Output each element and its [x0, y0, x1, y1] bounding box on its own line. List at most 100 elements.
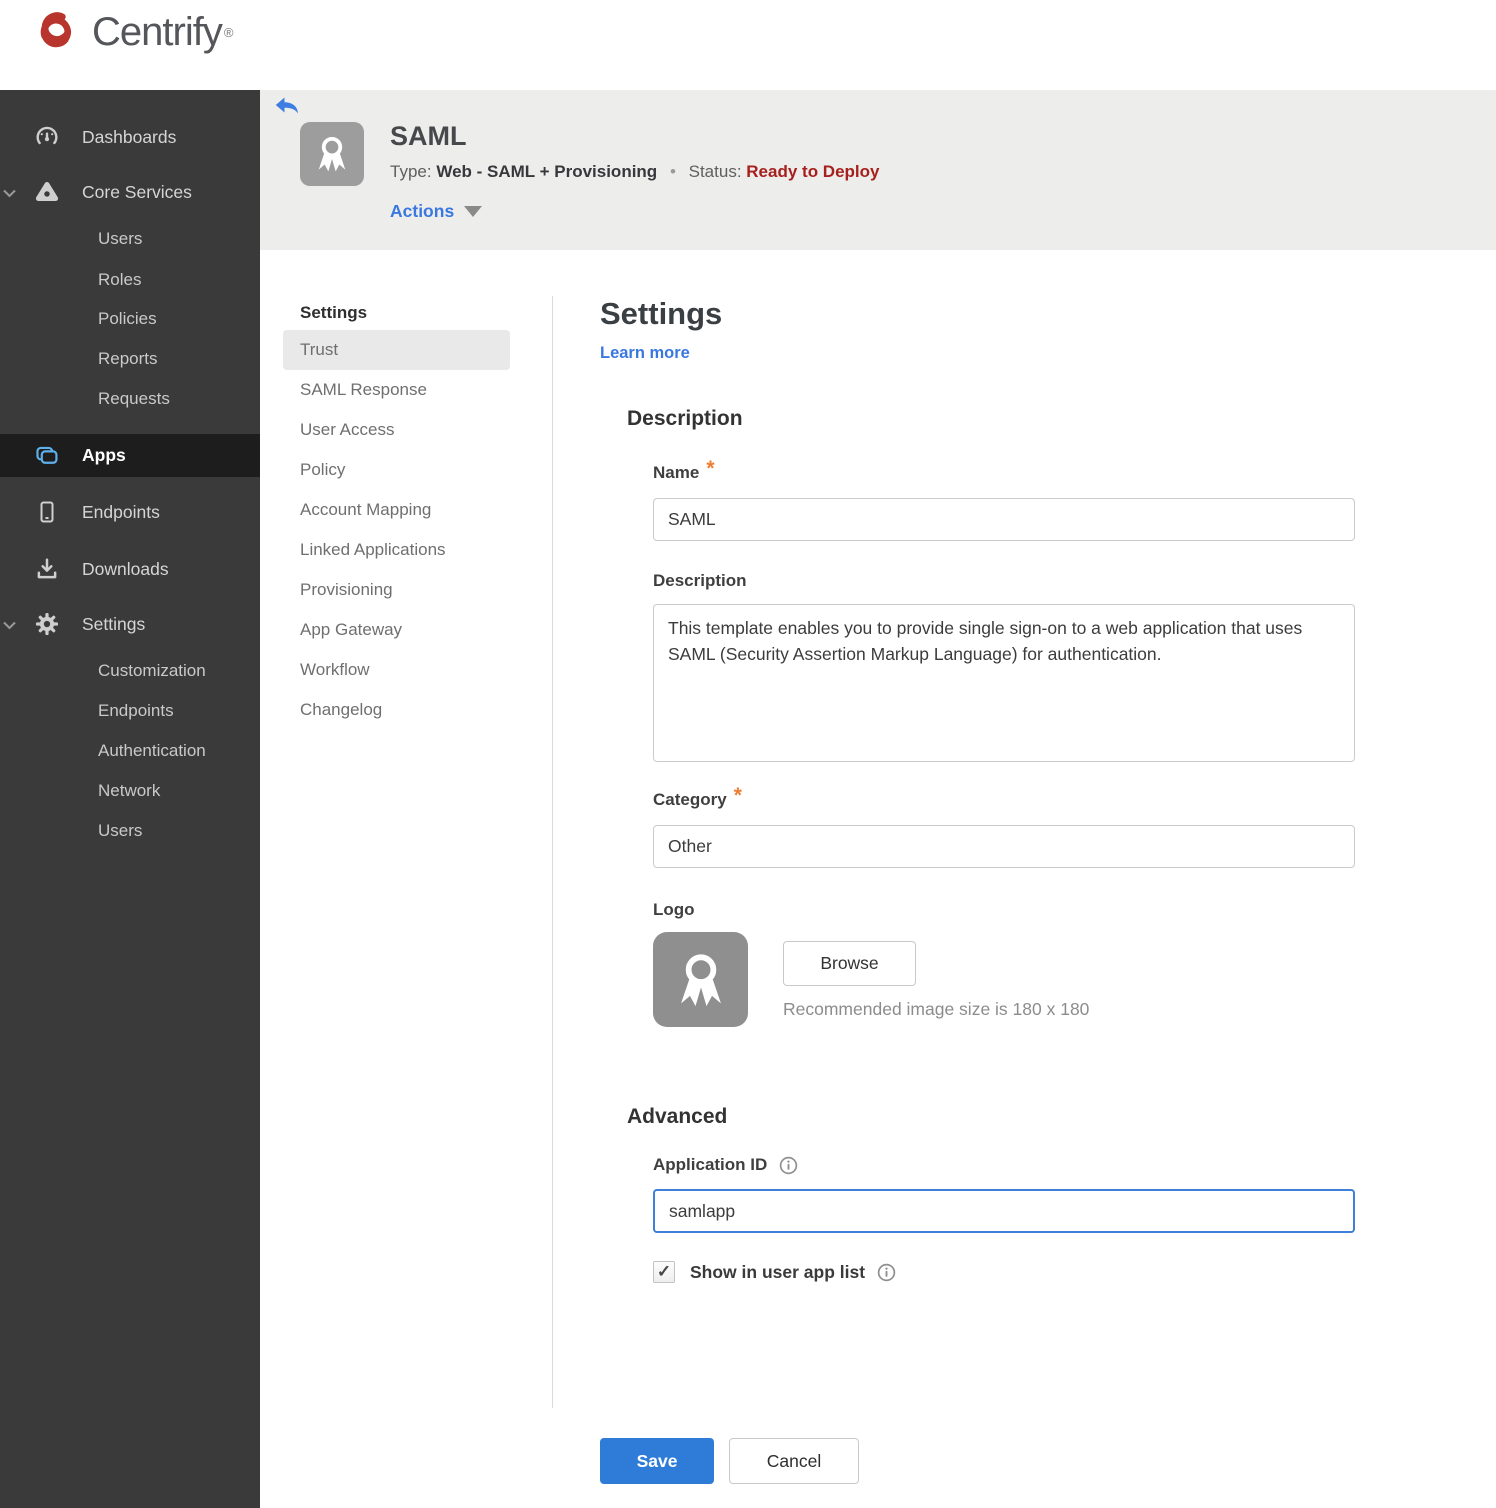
award-ribbon-icon: [318, 136, 346, 172]
sidebar-label-settings-endpoints: Endpoints: [98, 701, 174, 720]
sidebar-item-customization[interactable]: Customization: [0, 656, 260, 686]
learn-more-link[interactable]: Learn more: [600, 344, 690, 363]
apps-icon: [34, 443, 60, 469]
sidebar-item-users[interactable]: Users: [0, 224, 260, 254]
sidebar-item-settings-users[interactable]: Users: [0, 816, 260, 846]
sidebar-item-authentication[interactable]: Authentication: [0, 736, 260, 766]
sidebar-label-users: Users: [98, 229, 143, 248]
subnav-item-account-mapping[interactable]: Account Mapping: [283, 490, 510, 530]
sidebar: Dashboards Core Services Users Roles Pol…: [0, 90, 260, 1508]
subnav-item-linked-applications[interactable]: Linked Applications: [283, 530, 510, 570]
info-icon[interactable]: [779, 1156, 798, 1175]
vertical-divider: [552, 296, 553, 1408]
brand-name: Centrify: [92, 9, 223, 54]
logo-label: Logo: [653, 900, 695, 919]
subnav-item-trust[interactable]: Trust: [283, 330, 510, 370]
sidebar-item-settings[interactable]: Settings: [0, 602, 260, 646]
gauge-icon: [34, 124, 60, 150]
gear-icon: [34, 611, 60, 637]
core-services-icon: [34, 179, 60, 205]
name-label-row: Name *: [653, 457, 1360, 485]
sidebar-label-core-services: Core Services: [82, 181, 192, 202]
logo-preview: [653, 932, 748, 1027]
subnav-item-policy[interactable]: Policy: [283, 450, 510, 490]
centrify-logo: Centrify ®: [30, 6, 233, 58]
info-icon[interactable]: [877, 1263, 896, 1282]
sidebar-item-reports[interactable]: Reports: [0, 344, 260, 374]
subnav-item-provisioning[interactable]: Provisioning: [283, 570, 510, 610]
centrify-swirl-icon: [40, 12, 72, 48]
sidebar-label-customization: Customization: [98, 661, 206, 680]
application-id-label-row: Application ID: [653, 1155, 1360, 1175]
sidebar-item-dashboards[interactable]: Dashboards: [0, 115, 260, 159]
sidebar-label-dashboards: Dashboards: [82, 126, 177, 147]
sidebar-item-network[interactable]: Network: [0, 776, 260, 806]
subnav-item-workflow[interactable]: Workflow: [283, 650, 510, 690]
top-bar: Centrify ®: [0, 0, 1496, 90]
logo-size-hint: Recommended image size is 180 x 180: [783, 999, 1090, 1019]
status-value: Ready to Deploy: [746, 162, 880, 181]
required-asterisk: *: [706, 457, 715, 480]
application-id-field[interactable]: [653, 1189, 1355, 1233]
type-label: Type:: [390, 162, 432, 181]
subnav-item-app-gateway[interactable]: App Gateway: [283, 610, 510, 650]
description-label: Description: [653, 571, 747, 590]
category-field[interactable]: [653, 825, 1355, 868]
download-icon: [34, 556, 60, 582]
sidebar-label-authentication: Authentication: [98, 741, 206, 760]
advanced-section-heading: Advanced: [627, 1105, 728, 1128]
sidebar-label-settings: Settings: [82, 613, 146, 634]
meta-separator: •: [669, 162, 676, 181]
sidebar-item-settings-endpoints[interactable]: Endpoints: [0, 696, 260, 726]
actions-label: Actions: [390, 201, 455, 221]
name-label: Name: [653, 463, 700, 482]
form-buttons: Save Cancel: [600, 1438, 1360, 1484]
subnav-item-user-access[interactable]: User Access: [283, 410, 510, 450]
category-label: Category: [653, 790, 727, 809]
show-in-app-list-label: Show in user app list: [690, 1261, 866, 1282]
type-value: Web - SAML + Provisioning: [436, 162, 658, 181]
save-button[interactable]: Save: [600, 1438, 714, 1484]
sidebar-item-requests[interactable]: Requests: [0, 384, 260, 414]
application-id-label: Application ID: [653, 1155, 768, 1174]
description-field[interactable]: This template enables you to provide sin…: [653, 604, 1355, 762]
subnav-heading: Settings: [300, 303, 368, 322]
caret-down-icon: [464, 206, 483, 217]
subnav-item-saml-response[interactable]: SAML Response: [283, 370, 510, 410]
sidebar-label-downloads: Downloads: [82, 558, 169, 579]
app-title: SAML: [390, 121, 467, 151]
sidebar-label-settings-users: Users: [98, 821, 143, 840]
sidebar-item-policies[interactable]: Policies: [0, 304, 260, 334]
sidebar-item-downloads[interactable]: Downloads: [0, 547, 260, 591]
sidebar-label-apps: Apps: [82, 445, 126, 465]
status-label: Status:: [688, 162, 742, 181]
sidebar-label-network: Network: [98, 781, 161, 800]
sidebar-item-core-services[interactable]: Core Services: [0, 170, 260, 214]
app-logo-badge: [300, 122, 364, 186]
sidebar-item-endpoints[interactable]: Endpoints: [0, 490, 260, 534]
actions-menu-button[interactable]: Actions: [390, 201, 483, 222]
sidebar-label-policies: Policies: [98, 309, 157, 328]
category-label-row: Category *: [653, 784, 1360, 812]
award-ribbon-icon: [680, 953, 721, 1006]
settings-panel: Settings Learn more Description Name * D…: [600, 296, 1360, 1484]
chevron-down-icon[interactable]: [3, 182, 16, 203]
main-area: Settings Trust SAML Response User Access…: [260, 250, 1496, 1508]
show-in-app-list-checkbox[interactable]: ✓: [653, 1261, 675, 1283]
logo-row: Browse Recommended image size is 180 x 1…: [653, 932, 1360, 1027]
sidebar-label-reports: Reports: [98, 349, 158, 368]
show-in-app-list-row: ✓ Show in user app list: [653, 1261, 1360, 1283]
smartphone-icon: [34, 499, 60, 525]
page-header: SAML Type: Web - SAML + Provisioning • S…: [260, 90, 1496, 250]
chevron-down-icon[interactable]: [3, 614, 16, 635]
cancel-button[interactable]: Cancel: [729, 1438, 859, 1484]
back-arrow-icon[interactable]: [275, 97, 299, 117]
page-title: Settings: [600, 296, 723, 331]
required-asterisk: *: [733, 784, 742, 807]
subnav-item-changelog[interactable]: Changelog: [283, 690, 510, 730]
brand-trademark: ®: [223, 24, 234, 40]
sidebar-item-roles[interactable]: Roles: [0, 265, 260, 295]
sidebar-item-apps[interactable]: Apps: [0, 434, 260, 477]
browse-button[interactable]: Browse: [783, 941, 916, 986]
name-field[interactable]: [653, 498, 1355, 541]
